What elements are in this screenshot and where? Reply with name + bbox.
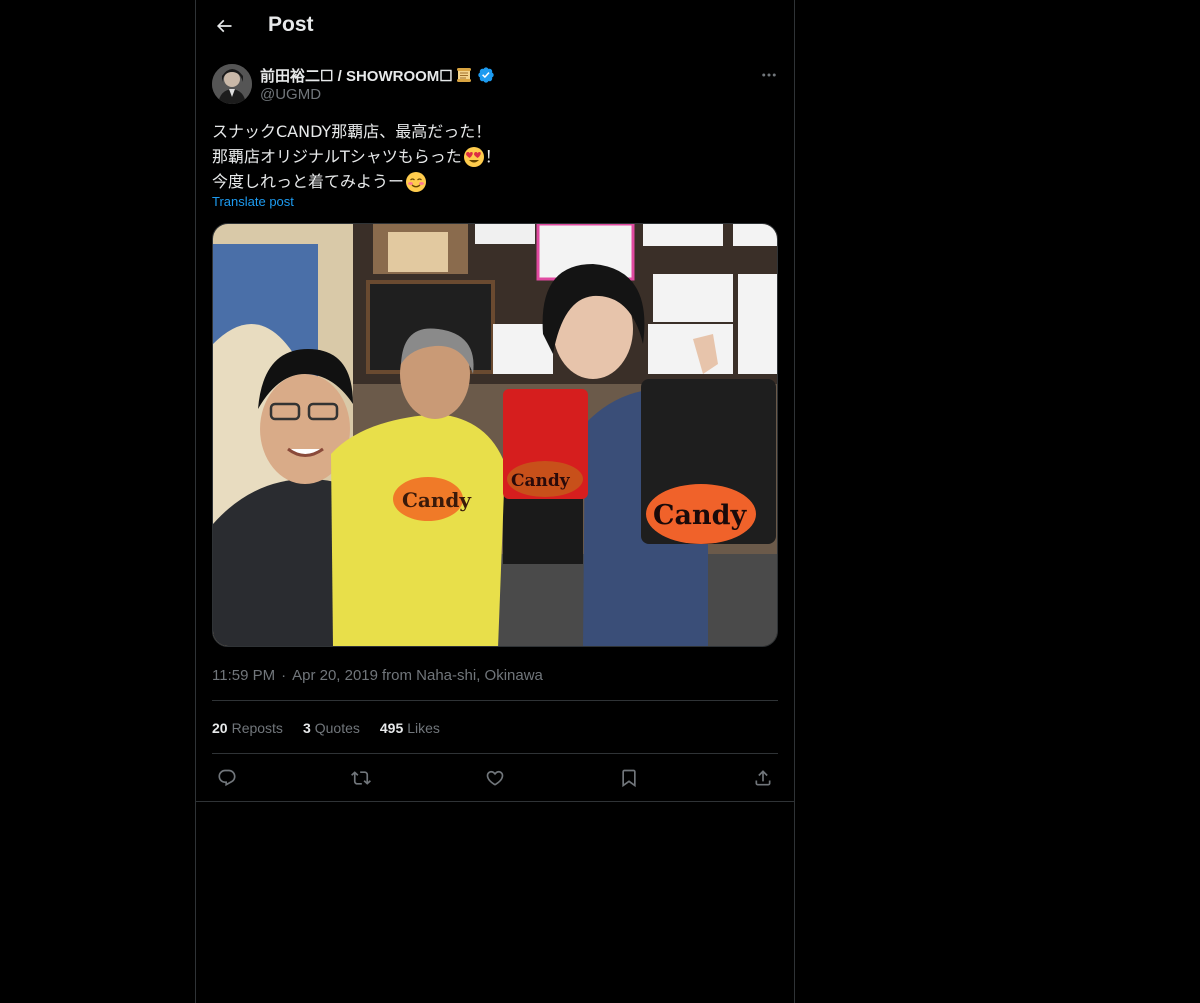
display-name[interactable]: 前田裕二☐ / SHOWROOM☐ xyxy=(260,65,453,86)
heart-eyes-emoji xyxy=(463,146,485,168)
post-bottom-border xyxy=(196,801,794,802)
share-button[interactable] xyxy=(747,762,779,794)
engagement-stats: 20 Reposts 3 Quotes 495 Likes xyxy=(212,718,460,738)
page-header: Post xyxy=(196,0,794,53)
post-line: 那覇店オリジナルTシャツもらった ！ xyxy=(212,144,778,169)
post-location: from Naha-shi, Okinawa xyxy=(382,666,543,684)
quotes-label: Quotes xyxy=(314,720,360,736)
reply-icon xyxy=(218,769,236,787)
scroll-icon xyxy=(455,66,473,84)
divider xyxy=(212,700,778,701)
separator-dot: · xyxy=(281,666,287,684)
page-title: Post xyxy=(268,13,314,36)
reposts-label: Reposts xyxy=(231,720,283,736)
post-timestamp: 11:59 PM · Apr 20, 2019 from Naha-shi, O… xyxy=(212,665,543,685)
likes-count: 495 xyxy=(379,720,404,736)
post-time[interactable]: 11:59 PM xyxy=(212,667,275,684)
quotes-count: 3 xyxy=(302,720,311,736)
share-icon xyxy=(755,770,771,786)
repost-icon xyxy=(351,771,371,785)
main-column: Post 前田裕二☐ / SHOWROOM☐ @UGMD スナックCANDY那覇… xyxy=(195,0,795,1003)
like-icon xyxy=(486,770,504,786)
back-button[interactable] xyxy=(206,8,242,44)
smiling-blush-emoji xyxy=(405,171,427,193)
svg-text:Candy: Candy xyxy=(402,488,472,512)
repost-button[interactable] xyxy=(345,762,377,794)
action-bar xyxy=(212,762,778,794)
reply-button[interactable] xyxy=(211,762,243,794)
more-icon xyxy=(762,73,776,77)
author-handle[interactable]: @UGMD xyxy=(260,86,321,103)
translate-post-link[interactable]: Translate post xyxy=(212,194,294,209)
quotes-stat[interactable]: 3 Quotes xyxy=(303,720,360,736)
arrow-left-icon xyxy=(216,19,232,33)
bookmark-icon xyxy=(622,769,636,788)
post-line-text: 那覇店オリジナルTシャツもらった xyxy=(212,147,462,166)
author-row: 前田裕二☐ / SHOWROOM☐ xyxy=(260,64,495,86)
svg-text:Candy: Candy xyxy=(511,471,571,491)
avatar[interactable] xyxy=(212,64,252,104)
post-line-text: 今度しれっと着てみようー xyxy=(212,172,405,191)
reposts-count: 20 xyxy=(212,720,228,736)
likes-stat[interactable]: 495 Likes xyxy=(380,720,440,736)
likes-label: Likes xyxy=(407,720,440,736)
post-line: スナックCANDY那覇店、最高だった！ xyxy=(212,119,778,144)
reposts-stat[interactable]: 20 Reposts xyxy=(212,720,283,736)
svg-text:Candy: Candy xyxy=(653,500,747,531)
verified-badge-icon[interactable] xyxy=(477,66,495,84)
post-photo[interactable]: Candy Candy Candy xyxy=(212,223,778,647)
divider xyxy=(212,753,778,754)
post-line-suffix: ！ xyxy=(484,147,501,166)
post-text: スナックCANDY那覇店、最高だった！ 那覇店オリジナルTシャツもらった ！ 今… xyxy=(212,119,778,194)
more-options-button[interactable] xyxy=(754,64,784,86)
post-line: 今度しれっと着てみようー xyxy=(212,169,778,194)
like-button[interactable] xyxy=(479,762,511,794)
post-date[interactable]: Apr 20, 2019 xyxy=(292,667,378,684)
post-line-text: スナックCANDY那覇店、最高だった！ xyxy=(212,122,492,141)
bookmark-button[interactable] xyxy=(613,762,645,794)
